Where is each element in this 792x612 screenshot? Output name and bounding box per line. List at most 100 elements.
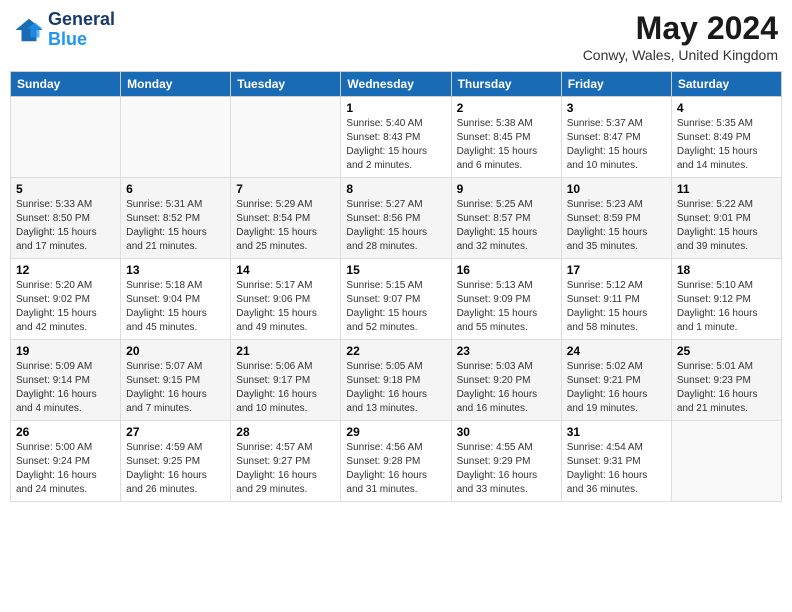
day-number: 2: [457, 101, 556, 115]
calendar-cell: 16 Sunrise: 5:13 AMSunset: 9:09 PMDayligh…: [451, 259, 561, 340]
calendar-cell: 9 Sunrise: 5:25 AMSunset: 8:57 PMDaylight…: [451, 178, 561, 259]
header-thursday: Thursday: [451, 72, 561, 97]
calendar-cell: 8Sunrise: 5:27 AMSunset: 8:56 PMDaylight…: [341, 178, 451, 259]
day-info: Sunrise: 5:37 AMSunset: 8:47 PMDaylight:…: [567, 117, 666, 173]
calendar-cell: 6Sunrise: 5:31 AMSunset: 8:52 PMDaylight…: [121, 178, 231, 259]
calendar-table: SundayMondayTuesdayWednesdayThursdayFrid…: [10, 71, 782, 502]
calendar-cell: 4 Sunrise: 5:35 AMSunset: 8:49 PMDaylight…: [671, 97, 781, 178]
day-number: 3: [567, 101, 666, 115]
day-info: Sunrise: 5:25 AMSunset: 8:57 PMDaylight:…: [457, 198, 556, 254]
day-info: Sunrise: 4:54 AMSunset: 9:31 PMDaylight:…: [567, 441, 666, 497]
day-number: 12: [16, 263, 115, 277]
calendar-cell: 14 Sunrise: 5:17 AMSunset: 9:06 PMDayligh…: [231, 259, 341, 340]
day-number: 6: [126, 182, 225, 196]
day-info: Sunrise: 4:59 AMSunset: 9:25 PMDaylight:…: [126, 441, 225, 497]
day-number: 20: [126, 344, 225, 358]
logo-text: General Blue: [48, 10, 115, 50]
day-info: Sunrise: 4:56 AMSunset: 9:28 PMDaylight:…: [346, 441, 445, 497]
day-number: 27: [126, 425, 225, 439]
calendar-cell: 1 Sunrise: 5:40 AMSunset: 8:43 PMDaylight…: [341, 97, 451, 178]
calendar-cell: 31 Sunrise: 4:54 AMSunset: 9:31 PMDayligh…: [561, 421, 671, 502]
calendar-cell: 22Sunrise: 5:05 AMSunset: 9:18 PMDayligh…: [341, 340, 451, 421]
day-info: Sunrise: 5:40 AMSunset: 8:43 PMDaylight:…: [346, 117, 445, 173]
calendar-cell: 25Sunrise: 5:01 AMSunset: 9:23 PMDayligh…: [671, 340, 781, 421]
day-number: 28: [236, 425, 335, 439]
day-info: Sunrise: 4:55 AMSunset: 9:29 PMDaylight:…: [457, 441, 556, 497]
calendar-cell: 17 Sunrise: 5:12 AMSunset: 9:11 PMDayligh…: [561, 259, 671, 340]
logo-line1: General: [48, 10, 115, 30]
week-row-2: 5 Sunrise: 5:33 AMSunset: 8:50 PMDaylight…: [11, 178, 782, 259]
day-number: 29: [346, 425, 445, 439]
calendar-cell: [671, 421, 781, 502]
day-info: Sunrise: 5:22 AMSunset: 9:01 PMDaylight:…: [677, 198, 776, 254]
calendar-cell: 13 Sunrise: 5:18 AMSunset: 9:04 PMDayligh…: [121, 259, 231, 340]
day-number: 16: [457, 263, 556, 277]
day-number: 1: [346, 101, 445, 115]
day-info: Sunrise: 5:01 AMSunset: 9:23 PMDaylight:…: [677, 360, 776, 416]
calendar-cell: 3 Sunrise: 5:37 AMSunset: 8:47 PMDaylight…: [561, 97, 671, 178]
day-number: 5: [16, 182, 115, 196]
calendar-cell: [231, 97, 341, 178]
calendar-cell: 12Sunrise: 5:20 AMSunset: 9:02 PMDayligh…: [11, 259, 121, 340]
calendar-cell: 7 Sunrise: 5:29 AMSunset: 8:54 PMDaylight…: [231, 178, 341, 259]
calendar-cell: 18Sunrise: 5:10 AMSunset: 9:12 PMDayligh…: [671, 259, 781, 340]
calendar-cell: 23Sunrise: 5:03 AMSunset: 9:20 PMDayligh…: [451, 340, 561, 421]
calendar-cell: [11, 97, 121, 178]
calendar-cell: 11 Sunrise: 5:22 AMSunset: 9:01 PMDayligh…: [671, 178, 781, 259]
day-info: Sunrise: 5:18 AMSunset: 9:04 PMDaylight:…: [126, 279, 225, 335]
calendar-cell: 2Sunrise: 5:38 AMSunset: 8:45 PMDaylight…: [451, 97, 561, 178]
day-info: Sunrise: 5:29 AMSunset: 8:54 PMDaylight:…: [236, 198, 335, 254]
calendar-cell: 24 Sunrise: 5:02 AMSunset: 9:21 PMDayligh…: [561, 340, 671, 421]
day-number: 24: [567, 344, 666, 358]
week-row-5: 26 Sunrise: 5:00 AMSunset: 9:24 PMDayligh…: [11, 421, 782, 502]
day-info: Sunrise: 5:10 AMSunset: 9:12 PMDaylight:…: [677, 279, 776, 335]
calendar-cell: 10Sunrise: 5:23 AMSunset: 8:59 PMDayligh…: [561, 178, 671, 259]
location-subtitle: Conwy, Wales, United Kingdom: [583, 47, 778, 63]
calendar-cell: 29 Sunrise: 4:56 AMSunset: 9:28 PMDayligh…: [341, 421, 451, 502]
day-info: Sunrise: 5:06 AMSunset: 9:17 PMDaylight:…: [236, 360, 335, 416]
day-info: Sunrise: 4:57 AMSunset: 9:27 PMDaylight:…: [236, 441, 335, 497]
calendar-cell: 5 Sunrise: 5:33 AMSunset: 8:50 PMDaylight…: [11, 178, 121, 259]
day-number: 4: [677, 101, 776, 115]
week-row-1: 1 Sunrise: 5:40 AMSunset: 8:43 PMDaylight…: [11, 97, 782, 178]
day-number: 21: [236, 344, 335, 358]
day-number: 15: [346, 263, 445, 277]
header-tuesday: Tuesday: [231, 72, 341, 97]
day-number: 9: [457, 182, 556, 196]
day-number: 14: [236, 263, 335, 277]
day-number: 31: [567, 425, 666, 439]
day-number: 26: [16, 425, 115, 439]
day-info: Sunrise: 5:13 AMSunset: 9:09 PMDaylight:…: [457, 279, 556, 335]
day-info: Sunrise: 5:35 AMSunset: 8:49 PMDaylight:…: [677, 117, 776, 173]
day-info: Sunrise: 5:02 AMSunset: 9:21 PMDaylight:…: [567, 360, 666, 416]
calendar-cell: 20Sunrise: 5:07 AMSunset: 9:15 PMDayligh…: [121, 340, 231, 421]
page-header: General Blue May 2024 Conwy, Wales, Unit…: [10, 10, 782, 63]
day-number: 7: [236, 182, 335, 196]
day-info: Sunrise: 5:33 AMSunset: 8:50 PMDaylight:…: [16, 198, 115, 254]
calendar-cell: 28 Sunrise: 4:57 AMSunset: 9:27 PMDayligh…: [231, 421, 341, 502]
day-info: Sunrise: 5:17 AMSunset: 9:06 PMDaylight:…: [236, 279, 335, 335]
header-sunday: Sunday: [11, 72, 121, 97]
header-wednesday: Wednesday: [341, 72, 451, 97]
day-info: Sunrise: 5:27 AMSunset: 8:56 PMDaylight:…: [346, 198, 445, 254]
header-monday: Monday: [121, 72, 231, 97]
logo-line2: Blue: [48, 30, 115, 50]
day-number: 19: [16, 344, 115, 358]
calendar-cell: 26 Sunrise: 5:00 AMSunset: 9:24 PMDayligh…: [11, 421, 121, 502]
day-info: Sunrise: 5:03 AMSunset: 9:20 PMDaylight:…: [457, 360, 556, 416]
logo-icon: [14, 15, 44, 45]
week-row-3: 12Sunrise: 5:20 AMSunset: 9:02 PMDayligh…: [11, 259, 782, 340]
day-number: 17: [567, 263, 666, 277]
calendar-cell: [121, 97, 231, 178]
day-number: 11: [677, 182, 776, 196]
week-row-4: 19Sunrise: 5:09 AMSunset: 9:14 PMDayligh…: [11, 340, 782, 421]
day-number: 30: [457, 425, 556, 439]
calendar-cell: 27 Sunrise: 4:59 AMSunset: 9:25 PMDayligh…: [121, 421, 231, 502]
day-number: 10: [567, 182, 666, 196]
day-info: Sunrise: 5:00 AMSunset: 9:24 PMDaylight:…: [16, 441, 115, 497]
header-row: SundayMondayTuesdayWednesdayThursdayFrid…: [11, 72, 782, 97]
day-number: 22: [346, 344, 445, 358]
calendar-cell: 15Sunrise: 5:15 AMSunset: 9:07 PMDayligh…: [341, 259, 451, 340]
day-info: Sunrise: 5:12 AMSunset: 9:11 PMDaylight:…: [567, 279, 666, 335]
day-number: 13: [126, 263, 225, 277]
